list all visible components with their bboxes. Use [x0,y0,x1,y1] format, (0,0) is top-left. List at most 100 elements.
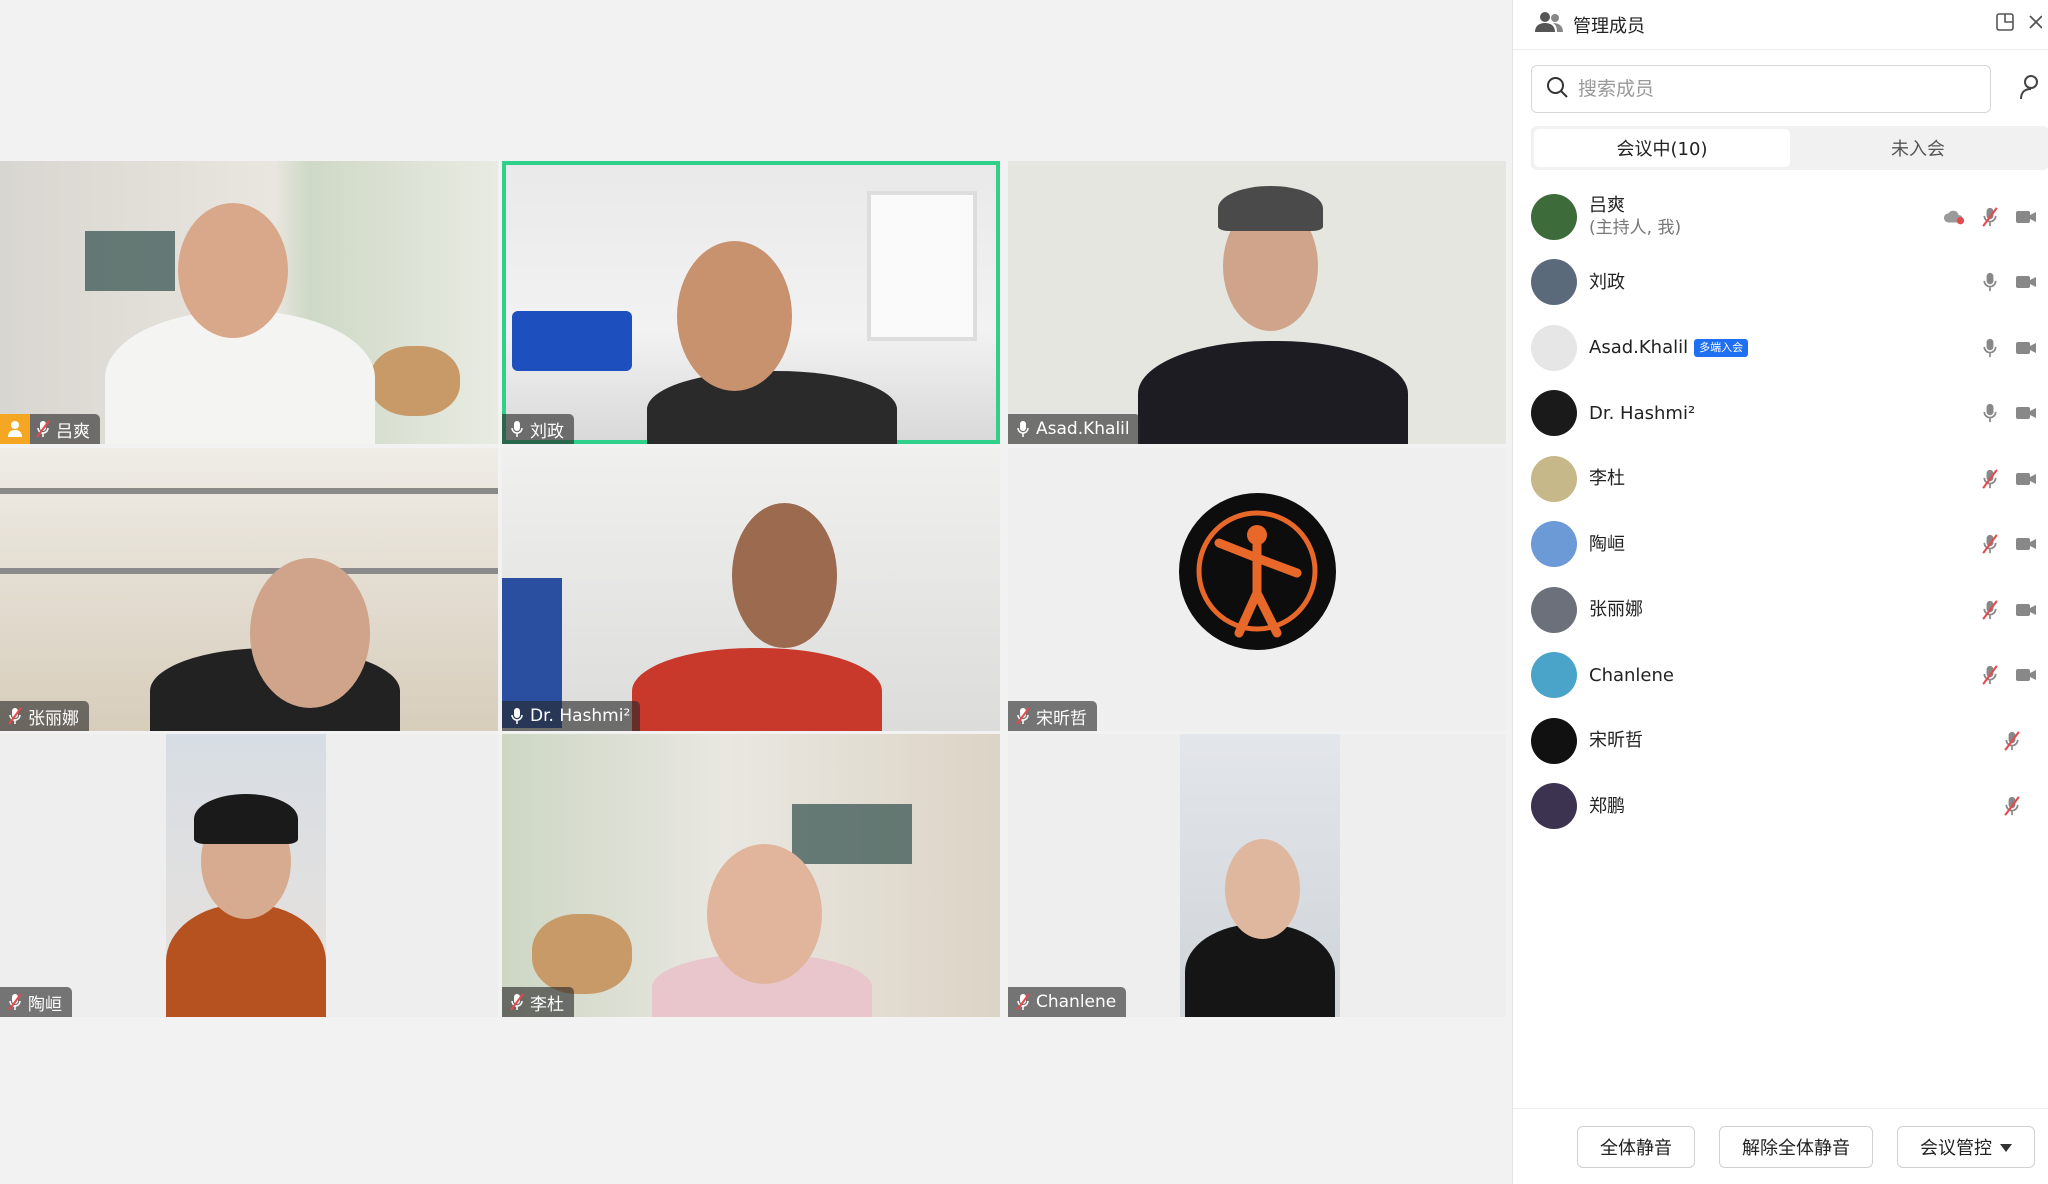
unmute-all-button[interactable]: 解除全体静音 [1719,1125,1873,1168]
video-tile[interactable]: 吕爽 [0,161,498,444]
person-head [178,203,288,338]
video-camera-icon[interactable] [2015,664,2037,686]
tile-name-label: 张丽娜 [0,701,89,731]
search-box[interactable] [1531,65,1991,113]
mic-muted-icon [510,993,524,1011]
tile-name-label: 陶峘 [0,987,72,1017]
mic-icon[interactable] [1979,402,2001,424]
tile-name-label: 吕爽 [0,414,100,444]
avatar [1531,259,1577,306]
mic-muted-icon[interactable] [1979,533,2001,555]
video-camera-icon[interactable] [2015,402,2037,424]
member-status-icons [1979,402,2037,424]
tile-name: 陶峘 [28,994,62,1015]
member-row[interactable]: 李杜 [1513,446,2048,512]
video-tile[interactable]: 李杜 [502,734,1000,1017]
member-name: 陶峘 [1589,533,1625,555]
member-name-block: Chanlene [1589,664,1674,687]
invite-member-button[interactable] [2013,65,2048,113]
multi-device-badge: 多端入会 [1694,338,1749,358]
tile-name: Chanlene [1036,992,1117,1012]
video-tile-avatar-only[interactable]: 宋昕哲 [1008,448,1506,731]
member-name-block: 张丽娜 [1589,598,1643,621]
member-name: 郑鹏 [1589,795,1625,817]
panel-title: 管理成员 [1573,15,1645,37]
member-tabs: 会议中(10) 未入会 [1531,126,2048,170]
video-tile[interactable]: Chanlene [1008,734,1506,1017]
panel-header: 管理成员 [1513,0,2048,50]
video-camera-icon[interactable] [2015,533,2037,555]
video-tile-active-speaker[interactable]: 刘政 [502,161,1000,444]
popout-icon[interactable] [1996,13,2014,36]
mic-muted-icon [1016,707,1030,725]
member-status-icons [2001,795,2037,817]
mic-muted-icon[interactable] [1979,468,2001,490]
person-head [677,241,792,391]
person-head [250,558,370,708]
tile-name-label: Dr. Hashmi² [502,701,641,731]
mic-icon[interactable] [1979,271,2001,293]
member-role: (主持人, 我) [1589,218,1682,239]
person-head [732,503,837,648]
video-tile[interactable]: 陶峘 [0,734,498,1017]
add-user-icon [2019,74,2043,104]
member-name-block: 郑鹏 [1589,795,1625,818]
meeting-control-label: 会议管控 [1920,1137,1992,1159]
host-icon [0,414,30,444]
mic-muted-icon[interactable] [1979,206,2001,228]
bean-bag [532,914,632,994]
member-name: 宋昕哲 [1589,730,1643,752]
mute-all-button[interactable]: 全体静音 [1577,1125,1695,1168]
avatar [1531,783,1577,830]
cloud-recording-icon [1943,206,1965,228]
search-input[interactable] [1578,78,1958,100]
member-row[interactable]: 宋昕哲 [1513,708,2048,774]
video-tile[interactable]: 张丽娜 [0,448,498,731]
chevron-down-icon [2000,1136,2012,1157]
video-camera-icon[interactable] [2015,599,2037,621]
meeting-window: 吕爽 刘政 Asad.Khalil 张丽娜 Dr. Hashmi² 宋昕哲 陶峘… [0,0,2048,1184]
member-row[interactable]: 陶峘 [1513,512,2048,578]
member-row[interactable]: Dr. Hashmi² [1513,381,2048,447]
member-row[interactable]: 郑鹏 [1513,774,2048,840]
mic-icon [1016,420,1030,438]
tab-not-joined[interactable]: 未入会 [1790,129,2046,167]
video-camera-icon[interactable] [2015,206,2037,228]
person-body [1138,341,1408,444]
member-name-block: 吕爽 (主持人, 我) [1589,194,1681,239]
member-row[interactable]: Asad.Khalil 多端入会 [1513,315,2048,381]
tab-in-meeting[interactable]: 会议中(10) [1534,129,1790,167]
member-name: Chanlene [1589,664,1674,686]
tile-name: Dr. Hashmi² [530,706,631,726]
mic-muted-icon [1016,993,1030,1011]
video-tile[interactable]: Dr. Hashmi² [502,448,1000,731]
mic-muted-icon[interactable] [1979,664,2001,686]
video-camera-icon[interactable] [2015,468,2037,490]
video-grid: 吕爽 刘政 Asad.Khalil 张丽娜 Dr. Hashmi² 宋昕哲 陶峘… [0,161,1512,1017]
person-body [632,648,882,731]
member-status-icons [1979,533,2037,555]
member-row[interactable]: 吕爽 (主持人, 我) [1513,184,2048,250]
tile-name-label: Chanlene [1008,987,1127,1017]
mic-muted-icon[interactable] [2001,795,2023,817]
close-icon[interactable] [2028,13,2043,36]
member-name-block: 宋昕哲 [1589,729,1643,752]
meeting-control-button[interactable]: 会议管控 [1897,1125,2035,1168]
tile-name-label: 刘政 [502,414,574,444]
mic-muted-icon[interactable] [2001,730,2023,752]
avatar [1531,390,1577,437]
member-row[interactable]: Chanlene [1513,643,2048,709]
mic-icon[interactable] [1979,337,2001,359]
mic-muted-icon [36,420,50,438]
member-row[interactable]: 张丽娜 [1513,577,2048,643]
member-name: 吕爽 [1589,195,1625,216]
member-row[interactable]: 刘政 [1513,250,2048,316]
tile-name: 宋昕哲 [1036,708,1087,729]
video-camera-icon[interactable] [2015,271,2037,293]
hair [1218,186,1323,231]
mic-muted-icon[interactable] [1979,599,2001,621]
avatar [1531,521,1577,568]
video-camera-icon[interactable] [2015,337,2037,359]
video-tile[interactable]: Asad.Khalil [1008,161,1506,444]
member-status-icons [2001,730,2037,752]
